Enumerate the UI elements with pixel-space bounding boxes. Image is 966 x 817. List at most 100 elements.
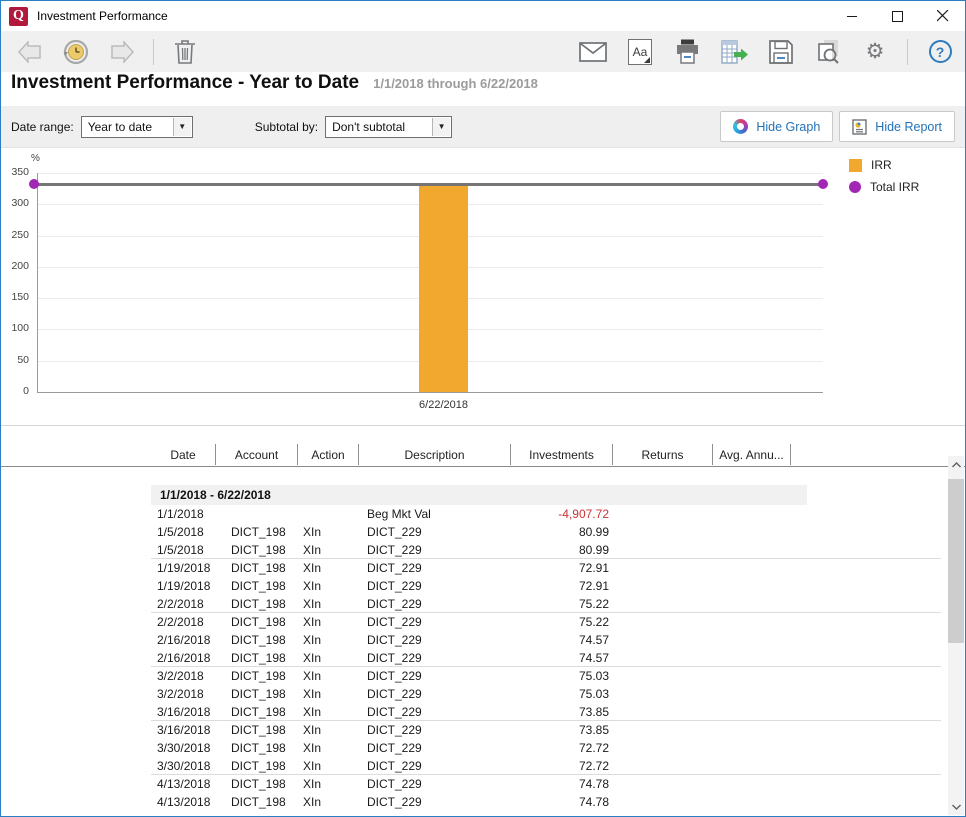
date-cell: 2/2/2018 (151, 615, 216, 629)
minimize-button[interactable] (830, 1, 875, 31)
y-axis-tick-label: 50 (1, 354, 29, 366)
hide-graph-button[interactable]: Hide Graph (720, 111, 833, 142)
back-button[interactable] (15, 37, 45, 67)
account-cell: DICT_198 (216, 813, 298, 816)
vertical-scrollbar[interactable] (948, 456, 964, 815)
date-cell: 4/13/2018 (151, 777, 216, 791)
printer-icon (674, 38, 701, 65)
date-cell: 2/16/2018 (151, 633, 216, 647)
date-cell: 3/2/2018 (151, 687, 216, 701)
export-button[interactable] (719, 37, 749, 67)
action-cell: XIn (298, 525, 359, 539)
report-date-range: 1/1/2018 through 6/22/2018 (373, 76, 538, 91)
date-cell: 3/30/2018 (151, 741, 216, 755)
total-irr-point-left (29, 179, 39, 189)
table-row[interactable]: 2/16/2018DICT_198XInDICT_22974.57 (151, 631, 941, 649)
legend-swatch-total-irr (849, 181, 861, 193)
description-cell: Beg Mkt Val (359, 507, 511, 521)
table-row[interactable]: 1/1/2018Beg Mkt Val-4,907.72 (151, 505, 941, 523)
column-header-account[interactable]: Account (216, 444, 298, 465)
table-row[interactable]: 3/16/2018DICT_198XInDICT_22973.85 (151, 703, 941, 721)
action-cell: XIn (298, 723, 359, 737)
settings-button[interactable]: ⚙ (860, 37, 890, 67)
x-axis-tick-label: 6/22/2018 (400, 399, 487, 411)
column-header-description[interactable]: Description (359, 444, 511, 465)
maximize-button[interactable] (875, 1, 920, 31)
x-axis-line (37, 392, 823, 393)
description-cell: DICT_229 (359, 543, 511, 557)
arrow-left-icon (17, 41, 43, 63)
table-row[interactable]: 2/2/2018DICT_198XInDICT_22975.22 (151, 613, 941, 631)
description-cell: DICT_229 (359, 669, 511, 683)
table-row[interactable]: 3/2/2018DICT_198XInDICT_22975.03 (151, 685, 941, 703)
hide-report-button[interactable]: Hide Report (839, 111, 955, 142)
table-row[interactable]: 3/30/2018DICT_198XInDICT_22972.72 (151, 757, 941, 775)
table-row[interactable]: 1/19/2018DICT_198XInDICT_22972.91 (151, 577, 941, 595)
print-button[interactable] (672, 37, 702, 67)
legend-item-irr: IRR (849, 158, 919, 172)
irr-bar[interactable] (419, 184, 468, 392)
column-header-returns[interactable]: Returns (613, 444, 713, 465)
print-preview-button[interactable] (813, 37, 843, 67)
date-cell: 3/2/2018 (151, 669, 216, 683)
chevron-down-icon (952, 804, 961, 810)
save-button[interactable] (766, 37, 796, 67)
action-cell: XIn (298, 579, 359, 593)
history-button[interactable] (61, 37, 91, 67)
date-cell: 4/27/2018 (151, 813, 216, 816)
toolbar-divider (907, 39, 908, 65)
investments-cell: 72.72 (511, 741, 613, 755)
delete-button[interactable] (170, 37, 200, 67)
close-button[interactable] (920, 1, 965, 31)
table-row[interactable]: 1/5/2018DICT_198XInDICT_22980.99 (151, 541, 941, 559)
description-cell: DICT_229 (359, 651, 511, 665)
total-irr-line (34, 183, 823, 186)
report-page-icon (852, 119, 867, 135)
account-cell: DICT_198 (216, 525, 298, 539)
table-row[interactable]: 2/16/2018DICT_198XInDICT_22974.57 (151, 649, 941, 667)
y-axis-tick-label: 100 (1, 322, 29, 334)
legend-swatch-irr (849, 159, 862, 172)
scrollbar-thumb[interactable] (948, 479, 964, 643)
date-cell: 1/19/2018 (151, 579, 216, 593)
gear-icon: ⚙ (866, 41, 885, 62)
account-cell: DICT_198 (216, 561, 298, 575)
column-header-action[interactable]: Action (298, 444, 359, 465)
table-row[interactable]: 3/2/2018DICT_198XInDICT_22975.03 (151, 667, 941, 685)
column-header-date[interactable]: Date (151, 444, 216, 465)
description-cell: DICT_229 (359, 723, 511, 737)
date-cell: 1/5/2018 (151, 543, 216, 557)
y-axis-tick-label: 250 (1, 229, 29, 241)
table-row[interactable]: 4/13/2018DICT_198XInDICT_22974.78 (151, 793, 941, 811)
forward-button[interactable] (107, 37, 137, 67)
legend-label-total-irr: Total IRR (870, 180, 919, 194)
table-row[interactable]: 3/16/2018DICT_198XInDICT_22973.85 (151, 721, 941, 739)
date-cell: 2/16/2018 (151, 651, 216, 665)
account-cell: DICT_198 (216, 687, 298, 701)
account-cell: DICT_198 (216, 777, 298, 791)
scroll-up-button[interactable] (948, 456, 964, 473)
legend-label-irr: IRR (871, 158, 892, 172)
help-button[interactable]: ? (925, 37, 955, 67)
table-row[interactable]: 3/30/2018DICT_198XInDICT_22972.72 (151, 739, 941, 757)
performance-chart: % 6/22/2018 IRR Total IRR 05010015020025… (1, 148, 965, 425)
table-row[interactable]: 2/2/2018DICT_198XInDICT_22975.22 (151, 595, 941, 613)
date-range-select[interactable]: Year to date ▼ (81, 116, 193, 138)
section-divider (1, 425, 965, 426)
action-cell: XIn (298, 651, 359, 665)
action-cell: XIn (298, 813, 359, 816)
table-row[interactable]: 4/27/2018DICT_198XInDICT_22974.10 (151, 811, 941, 815)
description-cell: DICT_229 (359, 561, 511, 575)
font-settings-button[interactable]: Aa (625, 37, 655, 67)
table-row[interactable]: 1/19/2018DICT_198XInDICT_22972.91 (151, 559, 941, 577)
action-cell: XIn (298, 705, 359, 719)
column-header-investments[interactable]: Investments (511, 444, 613, 465)
scroll-down-button[interactable] (948, 798, 964, 815)
subtotal-select[interactable]: Don't subtotal ▼ (325, 116, 452, 138)
email-report-button[interactable] (578, 37, 608, 67)
table-row[interactable]: 1/5/2018DICT_198XInDICT_22980.99 (151, 523, 941, 541)
table-row[interactable]: 4/13/2018DICT_198XInDICT_22974.78 (151, 775, 941, 793)
y-axis-tick-label: 200 (1, 260, 29, 272)
action-cell: XIn (298, 615, 359, 629)
column-header-avg-annual[interactable]: Avg. Annu... (713, 444, 791, 465)
